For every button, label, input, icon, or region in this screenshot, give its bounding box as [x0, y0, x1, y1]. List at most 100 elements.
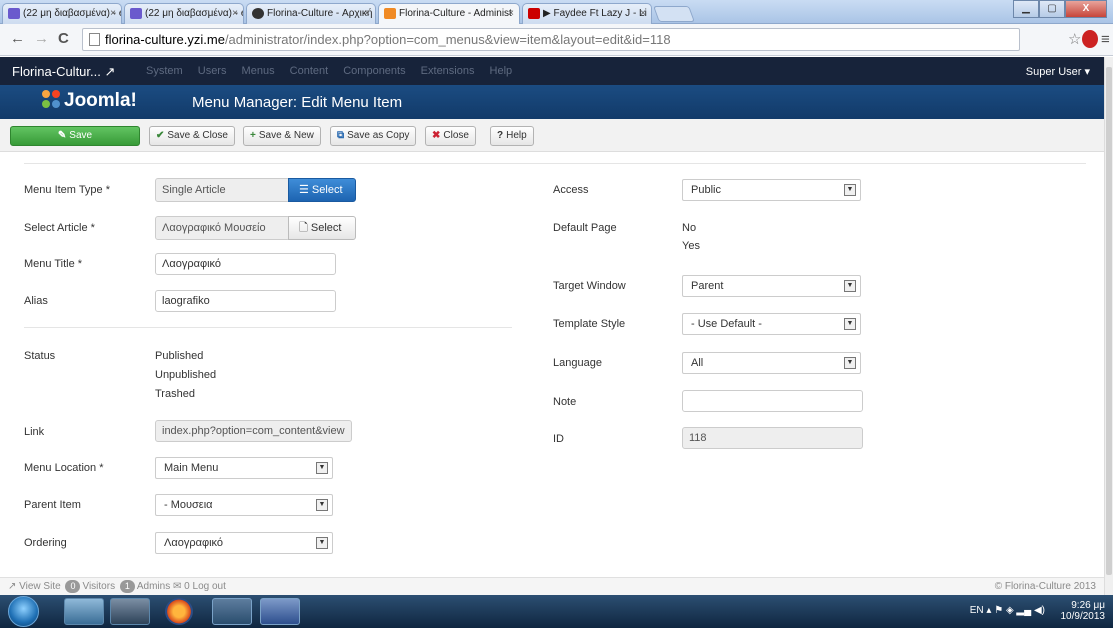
note-input[interactable]	[682, 390, 863, 412]
address-toolbar: ← → C florina-culture.yzi.me/administrat…	[0, 24, 1113, 56]
mail-icon	[130, 8, 142, 19]
site-brand-link[interactable]: Florina-Cultur... ↗	[12, 64, 115, 80]
menu-components[interactable]: Components	[343, 65, 405, 77]
word-icon[interactable]	[260, 598, 300, 625]
forward-icon[interactable]: →	[34, 30, 49, 47]
default-page-yes-option[interactable]: Yes	[682, 240, 700, 252]
browser-tab-2[interactable]: (22 μη διαβασμένα) - elen ×	[124, 3, 244, 24]
menu-title-input[interactable]: Λαογραφικό	[155, 253, 336, 275]
chevron-down-icon: ▼	[316, 462, 328, 474]
note-label: Note	[553, 396, 577, 408]
star-icon[interactable]: ☆	[1068, 30, 1081, 48]
status-bar-left: ↗ View Site 0 Visitors 1 Admins ✉ 0 Log ou…	[8, 578, 226, 595]
maximize-button[interactable]: ▢	[1039, 0, 1065, 18]
logout-link[interactable]: ✉ 0 Log out	[173, 581, 226, 592]
status-published-option[interactable]: Published	[155, 350, 203, 362]
clock-time[interactable]: 9:26 μμ	[1071, 600, 1105, 611]
chevron-down-icon: ▼	[316, 499, 328, 511]
alias-input[interactable]: laografiko	[155, 290, 336, 312]
close-icon[interactable]: ×	[364, 4, 370, 23]
language-label: Language	[553, 357, 602, 369]
close-icon[interactable]: ×	[232, 4, 238, 23]
explorer-icon[interactable]	[64, 598, 104, 625]
reload-icon[interactable]: C	[58, 30, 69, 47]
media-player-icon[interactable]	[110, 598, 150, 625]
admin-navbar: Florina-Cultur... ↗ System Users Menus C…	[0, 57, 1104, 85]
menu-item-type-field: Single Article	[155, 178, 290, 202]
menu-item-type-select-button[interactable]: ☰ Select	[288, 178, 356, 202]
menu-location-select[interactable]: Main Menu ▼	[155, 457, 333, 479]
status-unpublished-option[interactable]: Unpublished	[155, 369, 216, 381]
site-icon	[252, 8, 264, 19]
plus-icon: +	[250, 130, 256, 141]
help-button[interactable]: ? Help	[490, 126, 534, 146]
parent-item-select[interactable]: - Μουσεια ▼	[155, 494, 333, 516]
language-indicator[interactable]: EN	[970, 605, 984, 616]
close-icon[interactable]: ×	[640, 4, 646, 23]
close-button[interactable]: ✖ Close	[425, 126, 476, 146]
mail-icon	[8, 8, 20, 19]
menu-menus[interactable]: Menus	[242, 65, 275, 77]
save-close-button[interactable]: ✔ Save & Close	[149, 126, 235, 146]
id-field: 118	[682, 427, 863, 449]
select-article-button[interactable]: 🗋 Select	[288, 216, 356, 240]
default-page-no-option[interactable]: No	[682, 222, 696, 234]
save-button[interactable]: ✎ Save	[10, 126, 140, 146]
select-article-field: Λαογραφικό Μουσείο	[155, 216, 290, 240]
cancel-icon: ✖	[432, 130, 441, 141]
firefox-icon[interactable]	[165, 598, 193, 625]
extension-icon[interactable]	[1082, 30, 1098, 48]
parent-item-label: Parent Item	[24, 499, 81, 511]
close-icon[interactable]: ×	[508, 4, 514, 23]
tray-icons: EN ▴ ⚑ ◈ ▂▄ ◀)	[969, 605, 1045, 616]
new-tab-button[interactable]	[653, 6, 695, 22]
menu-help[interactable]: Help	[490, 65, 513, 77]
browser-tab-3[interactable]: Florina-Culture - Αρχική ×	[246, 3, 376, 24]
id-label: ID	[553, 433, 564, 445]
close-window-button[interactable]: X	[1065, 0, 1107, 18]
template-style-select[interactable]: - Use Default - ▼	[682, 313, 861, 335]
menu-content[interactable]: Content	[290, 65, 329, 77]
page-scrollbar[interactable]	[1104, 57, 1113, 595]
target-window-select[interactable]: Parent ▼	[682, 275, 861, 297]
back-icon[interactable]: ←	[10, 30, 25, 47]
menu-icon[interactable]: ≡	[1101, 31, 1110, 48]
joomla-logo-icon	[42, 90, 60, 108]
browser-tab-4[interactable]: Florina-Culture - Administ ×	[378, 3, 520, 24]
system-tray: EN ▴ ⚑ ◈ ▂▄ ◀) 9:26 μμ 10/9/2013	[970, 600, 1106, 622]
file-icon: 🗋	[299, 222, 311, 234]
menu-users[interactable]: Users	[198, 65, 227, 77]
user-menu[interactable]: Super User ▾	[1026, 65, 1090, 78]
chrome-icon[interactable]	[212, 598, 252, 625]
close-icon[interactable]: ×	[110, 4, 116, 23]
view-site-link[interactable]: ↗ View Site	[8, 581, 61, 592]
language-select[interactable]: All ▼	[682, 352, 861, 374]
browser-tab-5[interactable]: ▶ Faydee Ft Lazy J - Li ×	[522, 3, 652, 24]
copy-icon: ⧉	[337, 130, 345, 141]
admin-menu: System Users Menus Content Components Ex…	[146, 65, 524, 77]
scrollbar-thumb[interactable]	[1106, 67, 1112, 575]
menu-item-type-label: Menu Item Type *	[24, 184, 111, 196]
save-new-button[interactable]: + Save & New	[243, 126, 321, 146]
action-toolbar: ✎ Save ✔ Save & Close + Save & New ⧉ Save as…	[0, 119, 1104, 152]
menu-extensions[interactable]: Extensions	[421, 65, 475, 77]
copyright-text: © Florina-Culture 2013	[994, 581, 1096, 592]
menu-system[interactable]: System	[146, 65, 183, 77]
question-icon: ?	[497, 130, 504, 141]
minimize-button[interactable]: ▁	[1013, 0, 1039, 18]
list-icon: ☰	[299, 184, 312, 196]
start-orb-icon[interactable]	[8, 596, 39, 627]
url-input[interactable]: florina-culture.yzi.me/administrator/ind…	[82, 28, 1020, 51]
access-label: Access	[553, 184, 589, 196]
status-label: Status	[24, 350, 56, 362]
save-copy-button[interactable]: ⧉ Save as Copy	[330, 126, 417, 146]
divider	[24, 327, 512, 328]
default-page-label: Default Page	[553, 222, 617, 234]
status-trashed-option[interactable]: Trashed	[155, 388, 195, 400]
ordering-select[interactable]: Λαογραφικό ▼	[155, 532, 333, 554]
chevron-down-icon: ▼	[316, 537, 328, 549]
joomla-icon	[384, 8, 396, 19]
clock-date[interactable]: 10/9/2013	[1061, 611, 1106, 622]
access-select[interactable]: Public ▼	[682, 179, 861, 201]
browser-tab-1[interactable]: (22 μη διαβασμένα) - elen ×	[2, 3, 122, 24]
